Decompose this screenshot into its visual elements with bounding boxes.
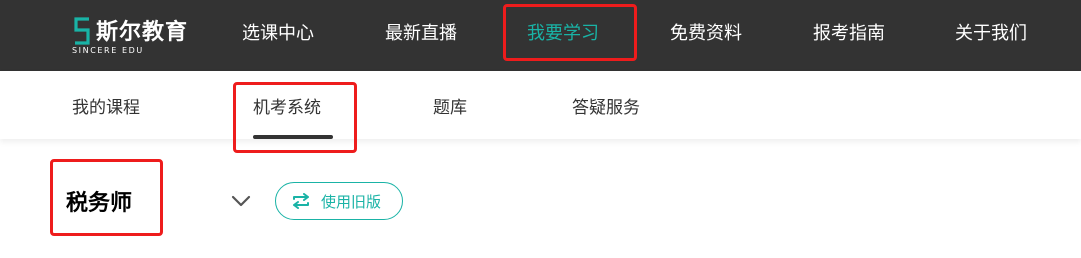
top-navbar: 斯尔教育 SINCERE EDU 选课中心 最新直播 我要学习 免费资料 报考指… [0, 0, 1081, 71]
selected-exam-title[interactable]: 税务师 [66, 185, 132, 217]
use-old-version-label: 使用旧版 [321, 192, 382, 211]
brand-subtitle: SINCERE EDU [72, 46, 144, 55]
tab-my-courses[interactable]: 我的课程 [72, 71, 140, 139]
brand-name: 斯尔教育 [96, 20, 189, 45]
nav-item-free-materials[interactable]: 免费资料 [670, 0, 742, 71]
chevron-down-icon[interactable] [230, 193, 252, 209]
nav-item-exam-guide[interactable]: 报考指南 [813, 0, 885, 71]
s-logo-mark-icon [74, 17, 90, 45]
swap-arrows-icon [293, 193, 309, 209]
tab-question-bank[interactable]: 题库 [433, 71, 467, 139]
sub-navbar: 我的课程 机考系统 题库 答疑服务 [0, 71, 1081, 139]
nav-item-latest-live[interactable]: 最新直播 [385, 0, 457, 71]
brand-logo[interactable]: 斯尔教育 SINCERE EDU [72, 12, 197, 56]
tab-qa-service[interactable]: 答疑服务 [572, 71, 640, 139]
use-old-version-button[interactable]: 使用旧版 [275, 182, 403, 220]
nav-item-my-learning[interactable]: 我要学习 [527, 0, 599, 71]
nav-item-about-us[interactable]: 关于我们 [955, 0, 1027, 71]
active-tab-indicator [253, 135, 333, 139]
nav-item-course-center[interactable]: 选课中心 [242, 0, 314, 71]
tab-exam-system[interactable]: 机考系统 [253, 71, 321, 139]
